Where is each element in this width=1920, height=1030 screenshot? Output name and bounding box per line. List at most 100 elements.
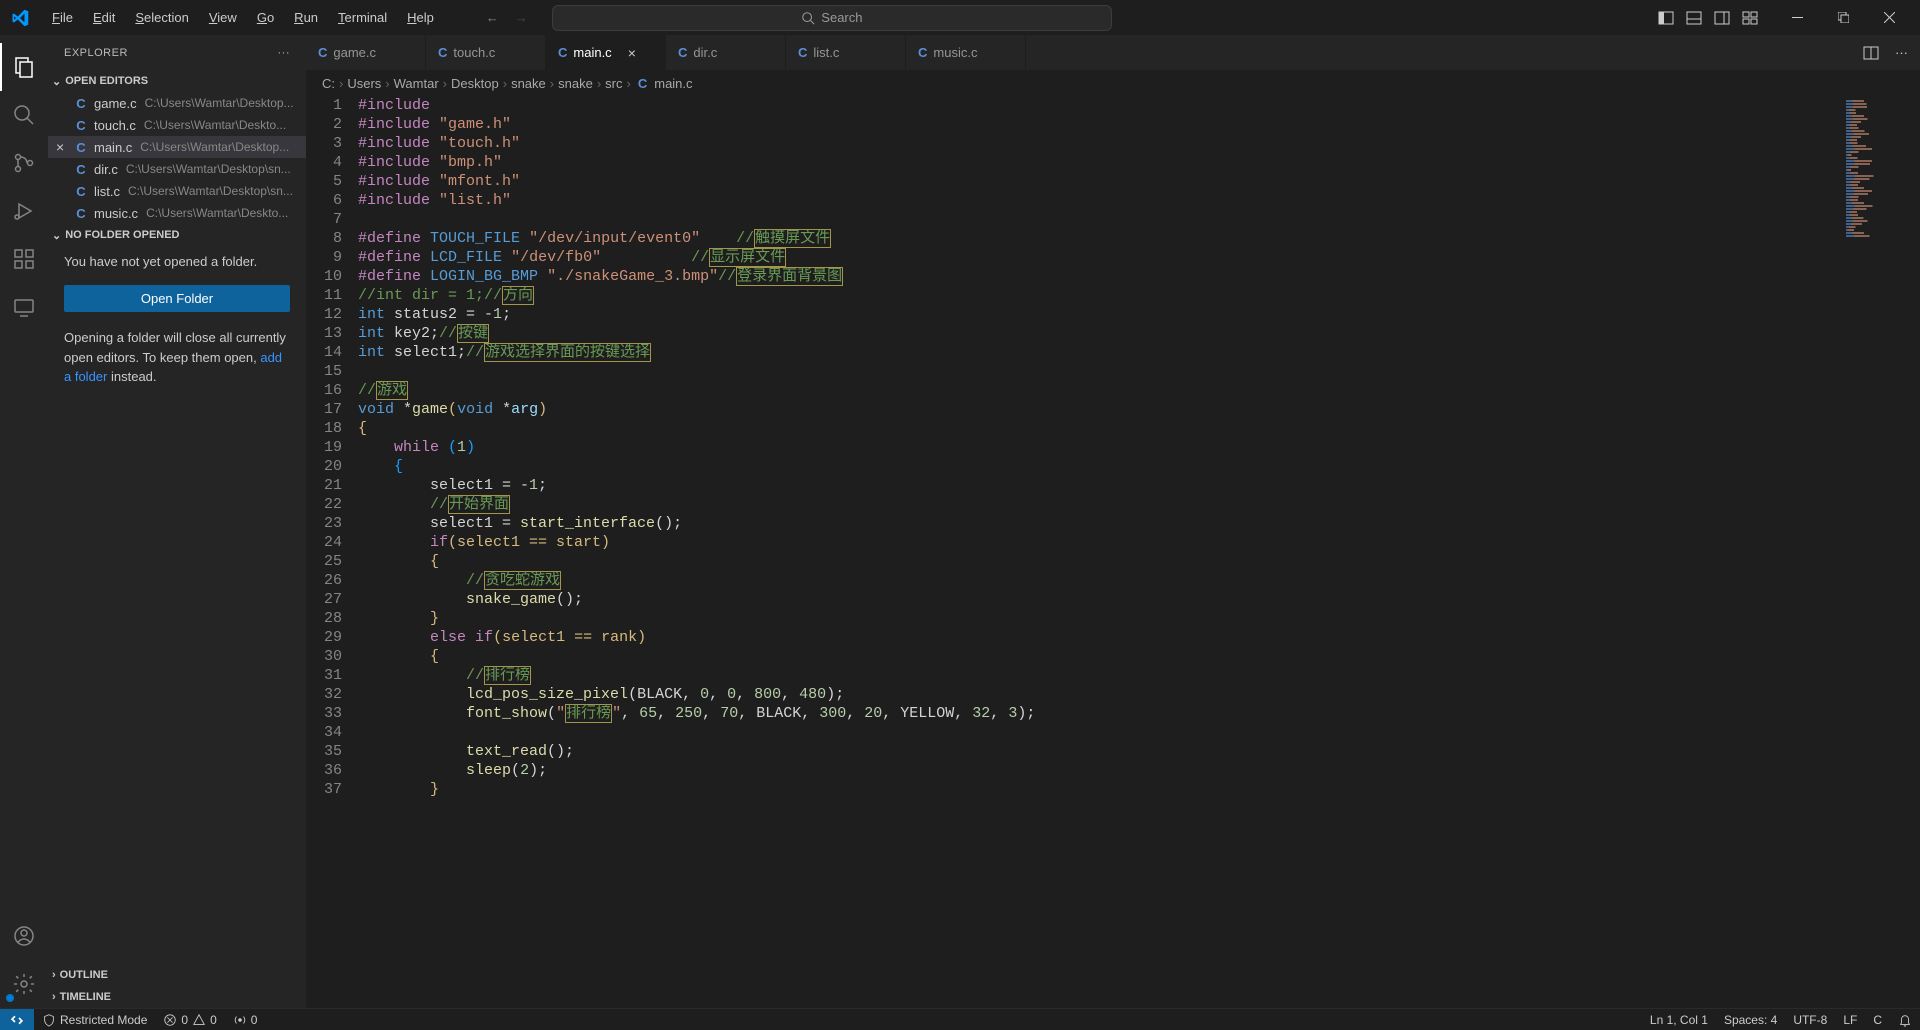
warning-icon [192,1013,206,1027]
menu-view[interactable]: View [201,6,245,29]
activity-debug-icon[interactable] [0,187,48,235]
c-file-icon: C [678,45,687,60]
c-file-icon: C [74,118,88,133]
menu-go[interactable]: Go [249,6,282,29]
menu-file[interactable]: File [44,6,81,29]
cursor-pos[interactable]: Ln 1, Col 1 [1642,1013,1716,1027]
chevron-down-icon: ⌄ [52,229,61,242]
file-name: main.c [94,140,132,155]
minimap[interactable] [1840,96,1920,1008]
open-editor-item[interactable]: Cmusic.c C:\Users\Wamtar\Deskto... [48,202,306,224]
c-file-icon: C [638,76,647,91]
activity-remote-icon[interactable] [0,283,48,331]
tab[interactable]: Cgame.c [306,35,426,70]
tab[interactable]: Clist.c [786,35,906,70]
c-file-icon: C [74,162,88,177]
layout-grid-icon[interactable] [1742,10,1758,26]
menu-selection[interactable]: Selection [127,6,196,29]
file-path: C:\Users\Wamtar\Desktop\sn... [128,184,293,198]
tab-label: touch.c [453,45,495,60]
indent[interactable]: Spaces: 4 [1716,1013,1785,1027]
file-name: touch.c [94,118,136,133]
window-maximize-icon[interactable] [1820,0,1866,35]
outline-header[interactable]: › OUTLINE [48,964,306,986]
menu-terminal[interactable]: Terminal [330,6,395,29]
split-editor-icon[interactable] [1863,45,1879,61]
open-editor-item[interactable]: ×Cmain.cC:\Users\Wamtar\Desktop... [48,136,306,158]
no-folder-header[interactable]: ⌄ NO FOLDER OPENED [48,224,306,246]
c-file-icon: C [918,45,927,60]
open-editor-item[interactable]: Ctouch.c C:\Users\Wamtar\Deskto... [48,114,306,136]
shield-icon [42,1013,56,1027]
layout-panel-left-icon[interactable] [1658,10,1674,26]
search-placeholder: Search [821,10,862,25]
breadcrumbs[interactable]: C:› Users› Wamtar› Desktop› snake› snake… [306,70,1920,96]
activity-extensions-icon[interactable] [0,235,48,283]
file-path: C:\Users\Wamtar\Deskto... [146,206,288,220]
file-name: music.c [94,206,138,221]
tabs-row: Cgame.cCtouch.cCmain.c×Cdir.cClist.cCmus… [306,35,1920,70]
c-file-icon: C [74,184,88,199]
timeline-header[interactable]: › TIMELINE [48,986,306,1008]
tab[interactable]: Cmusic.c [906,35,1026,70]
activity-scm-icon[interactable] [0,139,48,187]
error-icon [163,1013,177,1027]
statusbar: Restricted Mode 0 0 0 Ln 1, Col 1 Spaces… [0,1008,1920,1030]
gutter: 1234567891011121314151617181920212223242… [306,96,358,1008]
window-minimize-icon[interactable] [1774,0,1820,35]
file-path: C:\Users\Wamtar\Desktop... [140,140,289,154]
editor-area: Cgame.cCtouch.cCmain.c×Cdir.cClist.cCmus… [306,35,1920,1008]
tab[interactable]: Cdir.c [666,35,786,70]
activity-account-icon[interactable] [0,912,48,960]
file-path: C:\Users\Wamtar\Deskto... [144,118,286,132]
code-editor[interactable]: 1234567891011121314151617181920212223242… [306,96,1920,1008]
activity-search-icon[interactable] [0,91,48,139]
open-editors-header[interactable]: ⌄ OPEN EDITORS [48,70,306,92]
problems[interactable]: 0 0 [155,1013,224,1027]
ports[interactable]: 0 [225,1013,266,1027]
layout-panel-right-icon[interactable] [1714,10,1730,26]
tab-label: list.c [813,45,839,60]
search-box[interactable]: Search [552,5,1112,31]
eol[interactable]: LF [1835,1013,1865,1027]
c-file-icon: C [318,45,327,60]
file-path: C:\Users\Wamtar\Desktop... [145,96,294,110]
open-editor-item[interactable]: Cgame.cC:\Users\Wamtar\Desktop... [48,92,306,114]
tab[interactable]: Cmain.c × [546,35,666,70]
chevron-down-icon: ⌄ [52,75,61,88]
tab-label: main.c [573,45,611,60]
open-folder-button[interactable]: Open Folder [64,285,290,312]
menu-run[interactable]: Run [286,6,326,29]
language[interactable]: C [1865,1013,1890,1027]
activity-explorer-icon[interactable] [0,43,48,91]
menu-help[interactable]: Help [399,6,442,29]
no-folder-msg: You have not yet opened a folder. [64,254,290,269]
menu-edit[interactable]: Edit [85,6,123,29]
layout-panel-bottom-icon[interactable] [1686,10,1702,26]
close-icon[interactable]: × [56,139,64,155]
file-name: game.c [94,96,137,111]
restricted-mode[interactable]: Restricted Mode [34,1013,155,1027]
tab-label: dir.c [693,45,717,60]
more-icon[interactable]: ··· [278,47,291,59]
close-icon[interactable]: × [628,45,636,61]
remote-indicator-icon[interactable] [0,1009,34,1030]
tab-label: music.c [933,45,977,60]
open-editor-item[interactable]: Clist.cC:\Users\Wamtar\Desktop\sn... [48,180,306,202]
c-file-icon: C [558,45,567,60]
chevron-right-icon: › [52,991,56,1003]
window-close-icon[interactable] [1866,0,1912,35]
titlebar: File Edit Selection View Go Run Terminal… [0,0,1920,35]
c-file-icon: C [74,206,88,221]
encoding[interactable]: UTF-8 [1785,1013,1835,1027]
nav-back-icon[interactable]: ← [486,10,499,25]
more-icon[interactable]: ··· [1895,45,1908,60]
activitybar [0,35,48,1008]
nav-fwd-icon[interactable]: → [515,10,528,25]
c-file-icon: C [798,45,807,60]
tab[interactable]: Ctouch.c [426,35,546,70]
open-editor-item[interactable]: Cdir.cC:\Users\Wamtar\Desktop\sn... [48,158,306,180]
notifications-icon[interactable] [1890,1013,1920,1027]
activity-settings-icon[interactable] [0,960,48,1008]
search-icon [801,11,815,25]
